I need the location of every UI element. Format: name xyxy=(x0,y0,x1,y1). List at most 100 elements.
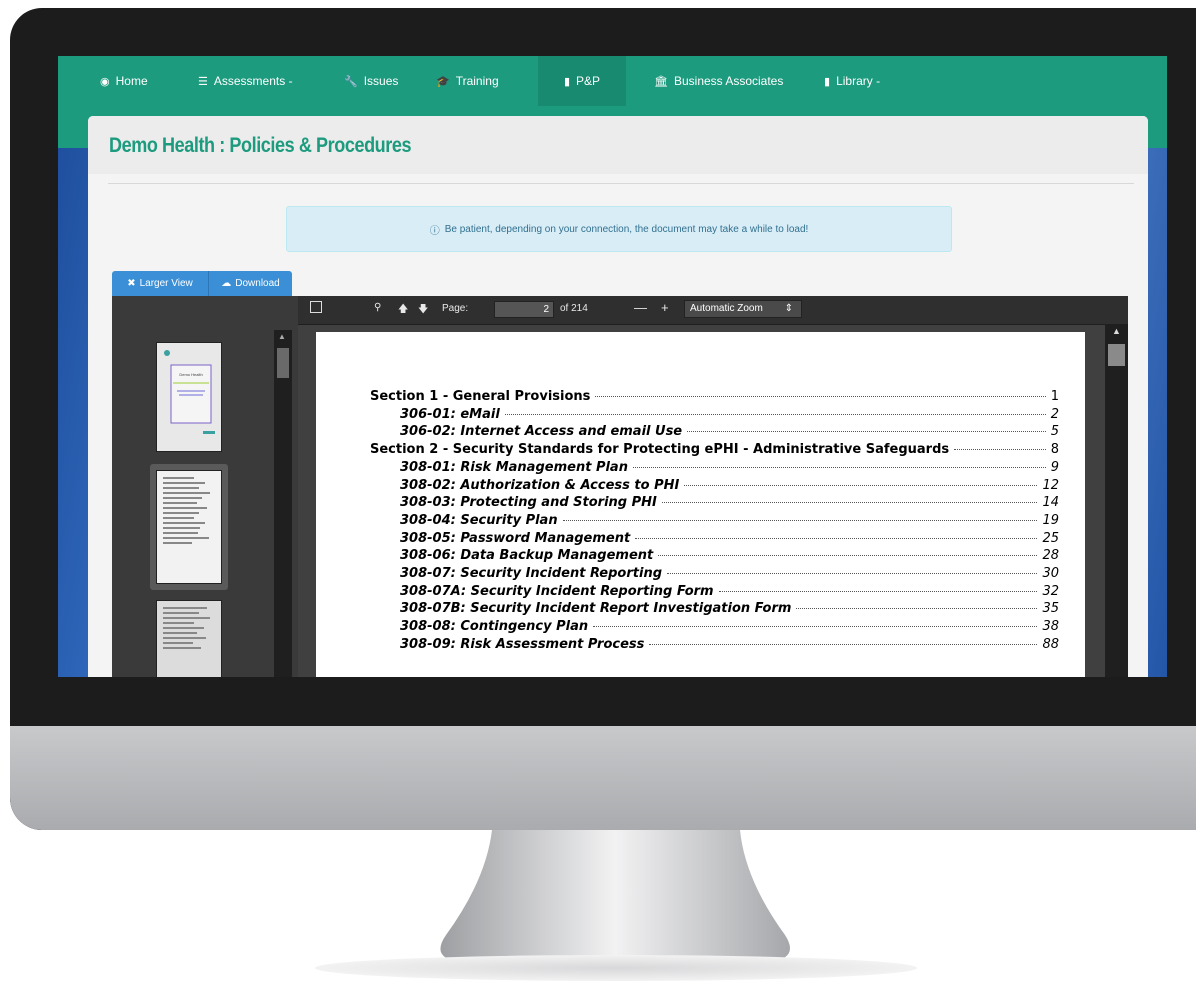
loading-alert: ⓘ Be patient, depending on your connecti… xyxy=(286,206,952,252)
nav-business-associates[interactable]: 🏛 Business Associates xyxy=(654,56,783,106)
document-scrollbar[interactable]: ▲ xyxy=(1105,324,1128,677)
toc-page-number: 38 xyxy=(1042,619,1059,635)
nav-business-associates-label: Business Associates xyxy=(673,74,784,88)
pdf-viewer: Demo Health ▲ ⚲ 🡅 🡇 Page: 2 of 214 — + A… xyxy=(112,296,1128,677)
browser-screen: ◉ Home ☰ Assessments - 🔧 Issues 🎓 Traini… xyxy=(58,56,1167,677)
nav-training[interactable]: 🎓 Training xyxy=(436,56,499,106)
book-icon: ▮ xyxy=(824,75,831,88)
title-divider xyxy=(108,183,1134,184)
monitor-base-shadow xyxy=(315,955,917,981)
thumbnail-text-lines xyxy=(163,477,215,547)
toc-entry-title: Section 2 - Security Standards for Prote… xyxy=(370,442,950,458)
larger-view-button[interactable]: ✖ Larger View xyxy=(112,271,208,296)
list-icon: ☰ xyxy=(198,75,208,88)
nav-pnp-label: P&P xyxy=(576,74,601,88)
sidebar-scrollbar[interactable]: ▲ xyxy=(274,330,292,677)
book-icon: ▮ xyxy=(563,75,571,88)
toc-row[interactable]: 306-01: eMail 2 xyxy=(400,407,1059,424)
toc-row[interactable]: 308-01: Risk Management Plan 9 xyxy=(400,460,1059,477)
content-panel: Demo Health : Policies & Procedures ⓘ Be… xyxy=(88,116,1148,677)
toc-row[interactable]: 308-07B: Security Incident Report Invest… xyxy=(400,601,1059,618)
search-icon[interactable]: ⚲ xyxy=(374,302,381,313)
toc-page-number: 8 xyxy=(1050,442,1059,458)
thumbnail-page-2[interactable] xyxy=(156,470,222,584)
sidebar-scroll-thumb[interactable] xyxy=(277,348,289,378)
nav-pnp[interactable]: ▮ P&P xyxy=(538,56,626,106)
toc-leader-dots xyxy=(954,449,1046,451)
toc-row[interactable]: 308-07A: Security Incident Reporting For… xyxy=(400,584,1059,601)
toc-row[interactable]: 308-06: Data Backup Management 28 xyxy=(400,548,1059,565)
thumbnail-title: Demo Health xyxy=(179,372,202,377)
toc-entry-title: 308-03: Protecting and Storing PHI xyxy=(400,495,657,511)
toc-row[interactable]: 306-02: Internet Access and email Use 5 xyxy=(400,424,1059,441)
toc-leader-dots xyxy=(632,466,1046,468)
chevron-updown-icon: ⇕ xyxy=(784,303,793,314)
monitor-chin xyxy=(10,726,1196,830)
page-number-input[interactable]: 2 xyxy=(494,301,554,318)
toc-leader-dots xyxy=(593,626,1038,628)
download-button[interactable]: ☁ Download xyxy=(208,271,292,296)
expand-icon: ✖ xyxy=(127,278,136,289)
cover-thumbnail-art: Demo Health xyxy=(164,350,215,434)
toc-row[interactable]: 308-02: Authorization & Access to PHI 12 xyxy=(400,478,1059,495)
toc-row[interactable]: 308-04: Security Plan 19 xyxy=(400,513,1059,530)
toc-page-number: 32 xyxy=(1042,583,1059,599)
toc-row[interactable]: 308-03: Protecting and Storing PHI 14 xyxy=(400,495,1059,512)
toc-leader-dots xyxy=(658,555,1038,557)
thumbnail-page-1[interactable]: Demo Health xyxy=(156,342,222,452)
toc-row[interactable]: 308-08: Contingency Plan 38 xyxy=(400,619,1059,636)
toc-page-number: 14 xyxy=(1042,495,1059,511)
cloud-download-icon: ☁ xyxy=(221,278,232,289)
nav-home[interactable]: ◉ Home xyxy=(100,56,148,106)
alert-text: Be patient, depending on your connection… xyxy=(444,223,809,235)
toc-leader-dots xyxy=(687,431,1046,433)
page-label: Page: xyxy=(442,303,469,314)
toc-page-number: 12 xyxy=(1042,477,1059,493)
wrench-icon: 🔧 xyxy=(344,75,358,88)
toc-row[interactable]: 308-07: Security Incident Reporting 30 xyxy=(400,566,1059,583)
previous-page-icon[interactable]: 🡅 xyxy=(398,302,408,319)
info-icon: ⓘ xyxy=(429,225,440,237)
toc-entry-title: 306-02: Internet Access and email Use xyxy=(400,424,683,440)
zoom-in-icon[interactable]: + xyxy=(661,300,669,315)
toc-entry-title: 308-01: Risk Management Plan xyxy=(400,459,628,475)
toc-entry-title: 306-01: eMail xyxy=(400,406,500,422)
thumbnail-page-3[interactable] xyxy=(156,600,222,677)
toc-row[interactable]: Section 2 - Security Standards for Prote… xyxy=(370,442,1059,459)
toc-entry-title: 308-05: Password Management xyxy=(400,530,631,546)
page-title: Demo Health : Policies & Procedures xyxy=(109,134,412,157)
nav-assessments[interactable]: ☰ Assessments - xyxy=(198,56,293,106)
scroll-up-icon[interactable]: ▲ xyxy=(1112,326,1121,336)
document-scroll-thumb[interactable] xyxy=(1108,344,1125,366)
toc-page-number: 2 xyxy=(1050,406,1059,422)
toc-page-number: 28 xyxy=(1042,548,1059,564)
toc-entry-title: Section 1 - General Provisions xyxy=(370,389,591,404)
toc-entry-title: 308-09: Risk Assessment Process xyxy=(400,636,645,652)
thumbnail-sidebar: Demo Health ▲ xyxy=(112,296,298,677)
nav-library-label: Library - xyxy=(836,74,881,88)
toc-row[interactable]: 308-09: Risk Assessment Process 88 xyxy=(400,637,1059,654)
toc-entry-title: 308-07: Security Incident Reporting xyxy=(400,566,662,581)
zoom-out-icon[interactable]: — xyxy=(634,300,647,315)
toc-entry-title: 308-04: Security Plan xyxy=(400,512,558,528)
nav-library[interactable]: ▮ Library - xyxy=(824,56,880,106)
toc-row[interactable]: Section 1 - General Provisions 1 xyxy=(370,389,1059,406)
nav-issues[interactable]: 🔧 Issues xyxy=(344,56,398,106)
toc-page-number: 35 xyxy=(1042,601,1059,617)
scroll-up-icon[interactable]: ▲ xyxy=(278,332,286,341)
zoom-select[interactable]: Automatic Zoom ⇕ xyxy=(684,300,802,318)
toc-row[interactable]: 308-05: Password Management 25 xyxy=(400,531,1059,548)
sidebar-toggle-icon[interactable] xyxy=(310,301,322,313)
toc-entry-title: 308-06: Data Backup Management xyxy=(400,548,654,564)
toc-leader-dots xyxy=(595,396,1046,397)
toc-page-number: 19 xyxy=(1042,512,1059,528)
toc-page-number: 25 xyxy=(1042,530,1059,546)
toc-leader-dots xyxy=(635,537,1038,539)
nav-issues-label: Issues xyxy=(363,74,399,88)
main-navbar: ◉ Home ☰ Assessments - 🔧 Issues 🎓 Traini… xyxy=(58,56,1167,106)
thumbnail-text-lines xyxy=(163,607,215,652)
toc-leader-dots xyxy=(661,502,1038,504)
toc-entry-title: 308-07B: Security Incident Report Invest… xyxy=(400,601,792,617)
next-page-icon[interactable]: 🡇 xyxy=(418,302,428,319)
toc-leader-dots xyxy=(649,643,1038,645)
